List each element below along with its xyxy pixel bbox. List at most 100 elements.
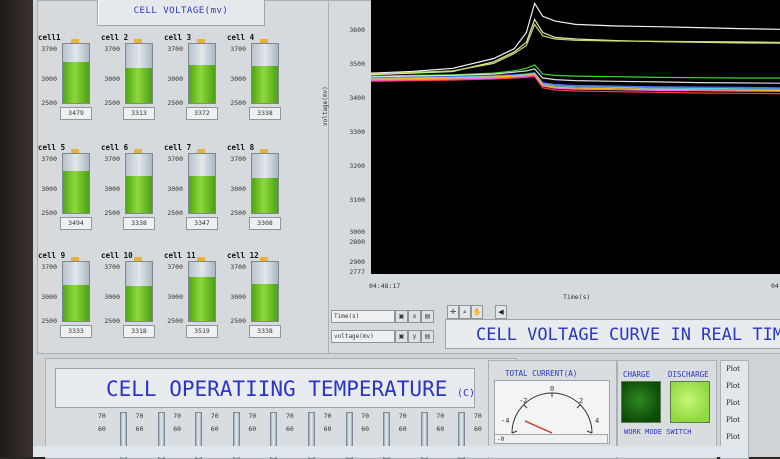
cell-tick: 3700 bbox=[230, 155, 246, 163]
cell-gauge: cell 7 3700 3000 2500 3347 bbox=[163, 143, 223, 243]
cell-tick: 3000 bbox=[230, 75, 246, 83]
battery-fill bbox=[252, 284, 278, 321]
cell-gauge: cell 2 3700 3000 2500 3313 bbox=[100, 33, 160, 133]
discharge-label: DISCHARGE bbox=[668, 370, 709, 379]
cell-gauge: cell 10 3700 3000 2500 3318 bbox=[100, 251, 160, 351]
cell-tick: 2500 bbox=[230, 317, 246, 325]
cell-value-field[interactable]: 3338 bbox=[123, 217, 155, 230]
battery-icon bbox=[251, 43, 279, 104]
cell-tick: 3700 bbox=[167, 263, 183, 271]
cell-gauge: cell 3 3700 3000 2500 3372 bbox=[163, 33, 223, 133]
y-axis-tick: 2900 bbox=[349, 258, 365, 266]
battery-fill bbox=[63, 285, 89, 321]
charge-led[interactable] bbox=[621, 381, 661, 423]
voltage-field[interactable]: voltage(mv) bbox=[331, 330, 395, 343]
battery-fill bbox=[252, 178, 278, 213]
crosshair-tool-icon[interactable]: ✛ bbox=[447, 305, 459, 319]
monitor-bezel bbox=[0, 0, 33, 457]
cell-name: cell 4 bbox=[227, 33, 255, 42]
cell-name: cell 11 bbox=[164, 251, 196, 260]
cell-value-field[interactable]: 3338 bbox=[249, 107, 281, 120]
zoom-tool-icon[interactable]: ⌕ bbox=[459, 305, 471, 319]
cell-value-field[interactable]: 3333 bbox=[60, 325, 92, 338]
cell-tick: 2500 bbox=[230, 209, 246, 217]
thermo-tick: 60 bbox=[286, 425, 294, 433]
current-value-field[interactable]: -0 bbox=[494, 434, 608, 444]
gauge-label: 0 bbox=[550, 385, 554, 393]
time-format-icon[interactable]: x bbox=[408, 310, 421, 323]
gauge-label: -2 bbox=[519, 397, 527, 405]
thermo-tick: 60 bbox=[474, 425, 482, 433]
thermo-tick: 70 bbox=[135, 412, 144, 420]
cell-value-field[interactable]: 3318 bbox=[123, 325, 155, 338]
thermo-tick: 60 bbox=[436, 425, 445, 433]
thermo-tick: 60 bbox=[173, 425, 182, 433]
cell-tick: 2500 bbox=[230, 99, 246, 107]
plot-legend-item[interactable]: Plot bbox=[726, 382, 740, 390]
cell-tick: 2500 bbox=[167, 209, 183, 217]
time-scale-icon[interactable]: ▤ bbox=[421, 310, 434, 323]
curve-title: CELL VOLTAGE CURVE IN REAL TIME bbox=[445, 319, 780, 349]
voltage-lock-icon[interactable]: ▣ bbox=[395, 330, 408, 343]
battery-fill bbox=[63, 61, 89, 103]
cell-value-field[interactable]: 3308 bbox=[249, 217, 281, 230]
thermo-tick: 60 bbox=[398, 425, 407, 433]
cell-tick: 3700 bbox=[104, 263, 120, 271]
plot-legend-item[interactable]: Plot bbox=[726, 399, 740, 407]
voltage-scale-icon[interactable]: ▤ bbox=[421, 330, 434, 343]
battery-icon bbox=[188, 43, 216, 104]
cell-name: cell 12 bbox=[227, 251, 259, 260]
cell-name: cell 10 bbox=[101, 251, 133, 260]
cell-value-field[interactable]: 3347 bbox=[186, 217, 218, 230]
work-mode-switch-label: WORK MODE SWITCH bbox=[624, 428, 692, 436]
cell-tick: 2500 bbox=[167, 317, 183, 325]
time-lock-icon[interactable]: ▣ bbox=[395, 310, 408, 323]
thermo-tick: 70 bbox=[323, 412, 332, 420]
x-axis-label: Time(s) bbox=[563, 293, 591, 301]
thermo-tick: 60 bbox=[248, 425, 257, 433]
voltage-format-icon[interactable]: y bbox=[408, 330, 421, 343]
cell-name: cell 9 bbox=[38, 251, 66, 260]
battery-fill bbox=[126, 176, 152, 213]
plot-legend-item[interactable]: Plot bbox=[726, 365, 740, 373]
thermo-tick: 70 bbox=[474, 412, 482, 420]
thermo-tick: 60 bbox=[361, 425, 370, 433]
cell-value-field[interactable]: 3313 bbox=[123, 107, 155, 120]
discharge-led[interactable] bbox=[670, 381, 710, 423]
voltage-plot-area[interactable] bbox=[370, 0, 780, 274]
y-axis-tick: 2800 bbox=[349, 238, 365, 246]
thermo-tick: 70 bbox=[361, 412, 370, 420]
y-axis-label: voltage(mv) bbox=[322, 86, 329, 126]
cell-value-field[interactable]: 3519 bbox=[186, 325, 218, 338]
voltage-curves-svg bbox=[370, 1, 780, 95]
battery-icon bbox=[62, 153, 90, 214]
cell-gauge: cell 12 3700 3000 2500 3338 bbox=[226, 251, 286, 351]
scroll-left-icon[interactable]: ◀ bbox=[495, 305, 507, 319]
thermo-tick: 60 bbox=[98, 425, 106, 433]
cell-tick: 3000 bbox=[230, 185, 246, 193]
cell-value-field[interactable]: 3338 bbox=[249, 325, 281, 338]
x-axis-end-tick: 04 bbox=[771, 282, 779, 290]
plot-legend-list bbox=[720, 360, 749, 459]
cell-name: cell1 bbox=[38, 33, 61, 42]
cell-value-field[interactable]: 3479 bbox=[60, 107, 92, 120]
battery-fill bbox=[252, 66, 278, 103]
cell-value-field[interactable]: 3372 bbox=[186, 107, 218, 120]
cell-gauge: cell1 3700 3000 2500 3479 bbox=[37, 33, 97, 133]
charge-label: CHARGE bbox=[623, 370, 651, 379]
cell-tick: 2500 bbox=[104, 209, 120, 217]
gauge-tick bbox=[586, 430, 593, 434]
pan-tool-icon[interactable]: ✋ bbox=[471, 305, 483, 319]
cell-tick: 3700 bbox=[167, 155, 183, 163]
time-field[interactable]: Time(s) bbox=[331, 310, 395, 323]
cell-tick: 3700 bbox=[41, 155, 57, 163]
battery-icon bbox=[251, 153, 279, 214]
plot-legend-item[interactable]: Plot bbox=[726, 416, 740, 424]
battery-fill bbox=[126, 285, 152, 321]
plot-legend-item[interactable]: Plot bbox=[726, 433, 740, 441]
battery-fill bbox=[189, 64, 215, 103]
cell-value-field[interactable]: 3494 bbox=[60, 217, 92, 230]
gauge-needle bbox=[524, 420, 553, 434]
gauge-tick bbox=[523, 404, 528, 409]
cell-tick: 2500 bbox=[41, 317, 57, 325]
